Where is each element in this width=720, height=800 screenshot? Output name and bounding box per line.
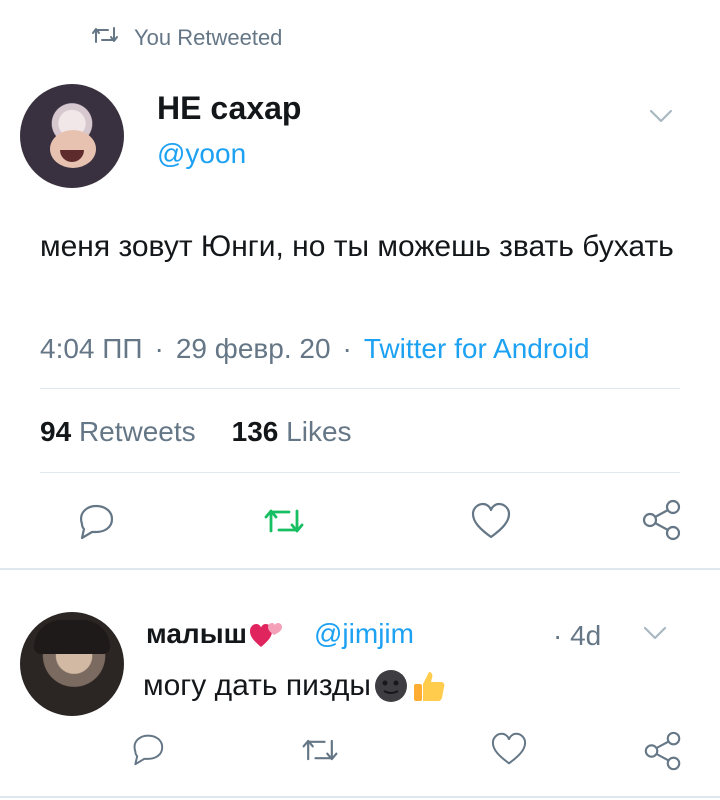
likes-label: Likes (286, 416, 352, 447)
share-icon (642, 499, 681, 541)
retweet-icon (90, 24, 120, 52)
reply-text-row: могу дать пизды (143, 668, 447, 704)
meta-separator: · (342, 333, 352, 364)
author-avatar[interactable] (20, 84, 124, 188)
reply-author-avatar[interactable] (20, 612, 124, 716)
retweet-icon (302, 739, 338, 761)
two-hearts-emoji (249, 619, 283, 649)
tweet-meta: 4:04 ПП · 29 февр. 20 · Twitter for Android (40, 333, 590, 365)
retweet-button[interactable] (262, 505, 306, 537)
thumbs-up-emoji (411, 668, 447, 704)
divider (40, 472, 680, 473)
like-button[interactable] (470, 502, 512, 540)
retweet-banner: You Retweeted (90, 24, 282, 52)
section-divider (0, 796, 720, 798)
reply-reply-button[interactable] (128, 732, 166, 766)
meta-separator: · (154, 333, 164, 364)
divider (40, 388, 680, 389)
retweets-stat[interactable]: 94 Retweets (40, 416, 196, 447)
tweet-stats: 94 Retweets 136 Likes (40, 416, 352, 448)
heart-icon (471, 502, 511, 539)
share-icon (644, 731, 681, 771)
tweet-text: меня зовут Юнги, но ты можешь звать буха… (40, 230, 674, 263)
retweet-icon (264, 509, 304, 533)
reply-like-button[interactable] (490, 732, 528, 766)
reply-author-name: малыш (146, 618, 247, 649)
likes-count: 136 (231, 416, 279, 447)
retweet-banner-text: You Retweeted (134, 25, 283, 50)
reply-time: · 4d (553, 620, 602, 651)
reply-author-handle[interactable]: @jimjim (314, 618, 414, 650)
reply-button[interactable] (74, 502, 116, 540)
reply-retweet-button[interactable] (300, 735, 340, 765)
author-handle[interactable]: @yoon (157, 138, 246, 170)
reply-author-name-row[interactable]: малыш (146, 618, 283, 650)
chevron-down-icon[interactable] (648, 108, 674, 124)
reply-icon (80, 504, 114, 540)
heart-icon (491, 732, 527, 765)
tweet-source-link[interactable]: Twitter for Android (364, 333, 590, 364)
author-name[interactable]: НЕ сахар (157, 90, 301, 127)
share-button[interactable] (640, 498, 684, 542)
reply-icon (133, 734, 164, 766)
retweets-count: 94 (40, 416, 72, 447)
retweets-label: Retweets (78, 416, 196, 447)
section-divider (0, 568, 720, 570)
reply-share-button[interactable] (642, 730, 684, 772)
tweet-date: 29 февр. 20 (175, 333, 331, 364)
tweet-time: 4:04 ПП (40, 333, 143, 364)
likes-stat[interactable]: 136 Likes (232, 416, 352, 447)
reply-text: могу дать пизды (143, 669, 371, 702)
chevron-down-icon[interactable] (642, 625, 668, 641)
new-moon-face-emoji (373, 668, 409, 704)
